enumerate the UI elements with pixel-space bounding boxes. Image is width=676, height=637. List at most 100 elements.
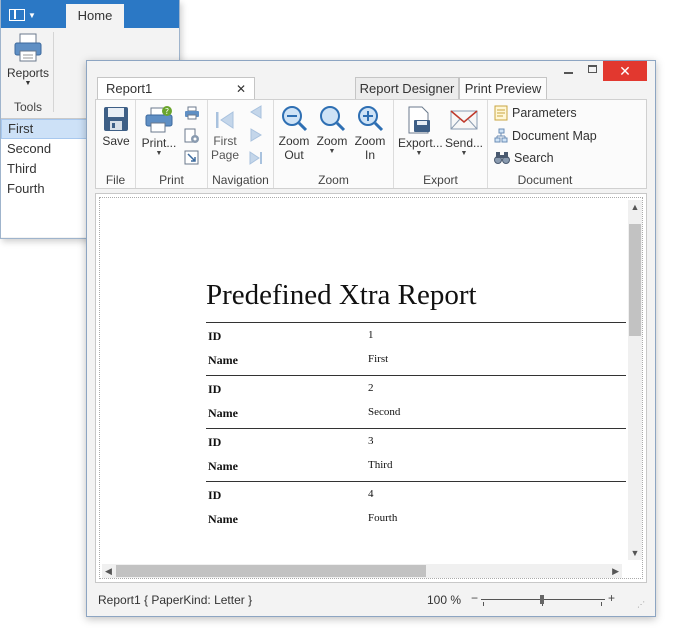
chevron-down-icon[interactable]: ▼ — [628, 548, 642, 558]
next-page-icon[interactable] — [248, 127, 264, 143]
report-record: ID 2 Name Second — [206, 375, 626, 428]
close-icon[interactable]: ✕ — [236, 78, 246, 100]
export-label: Export... — [398, 136, 443, 150]
group-label-export: Export — [423, 173, 458, 187]
report-page: Predefined Xtra Report ID 1 Name First I… — [206, 279, 626, 534]
zoom-value: 100 % — [427, 593, 462, 607]
email-icon — [450, 110, 478, 130]
group-divider — [53, 32, 54, 112]
chevron-down-icon: ▼ — [415, 150, 423, 157]
zoom-in-button[interactable]: Zoom In — [352, 104, 388, 162]
parameters-label: Parameters — [512, 106, 577, 120]
name-value: First — [368, 353, 389, 365]
name-label: Name — [208, 406, 238, 420]
group-label-zoom: Zoom — [318, 173, 349, 187]
last-page-icon[interactable] — [248, 150, 264, 166]
horizontal-scrollbar[interactable]: ◀ ▶ — [102, 564, 622, 578]
zoom-slider[interactable]: − + — [471, 591, 615, 608]
tab-report1[interactable]: Report1 ✕ — [97, 77, 255, 99]
zoom-button[interactable]: Zoom ▼ — [314, 104, 350, 156]
name-label: Name — [208, 459, 238, 473]
printer-icon: ? — [145, 106, 173, 133]
export-icon — [408, 106, 430, 134]
chevron-up-icon[interactable]: ▲ — [628, 202, 642, 212]
name-label: Name — [208, 353, 238, 367]
maximize-button[interactable] — [585, 63, 599, 77]
ribbon: Save File ? Print... ▼ Print First Page … — [95, 99, 647, 189]
status-bar: Report1 { PaperKind: Letter } 100 % − + … — [95, 588, 647, 610]
name-value: Fourth — [368, 512, 398, 524]
zoom-slider-thumb[interactable] — [540, 595, 544, 604]
send-button[interactable]: Send... ▼ — [444, 106, 484, 158]
id-value: 1 — [368, 329, 374, 341]
report-title: Predefined Xtra Report — [206, 279, 477, 311]
close-button[interactable]: ✕ — [603, 61, 647, 81]
chevron-down-icon: ▼ — [24, 80, 32, 87]
zoom-tick — [483, 602, 484, 606]
report-record: ID 4 Name Fourth — [206, 481, 626, 534]
minimize-button[interactable] — [561, 63, 575, 77]
chevron-down-icon: ▼ — [28, 10, 36, 20]
group-label-tools: Tools — [13, 100, 42, 114]
vertical-scrollbar[interactable]: ▲ ▼ — [628, 200, 642, 560]
zoom-in-icon — [358, 106, 384, 132]
chevron-down-icon: ▼ — [328, 148, 336, 155]
binoculars-icon — [494, 152, 510, 164]
send-label: Send... — [444, 136, 484, 150]
zoom-out-button[interactable]: Zoom Out — [276, 104, 312, 162]
group-label-document: Document — [517, 173, 573, 187]
parameters-button[interactable]: Parameters — [494, 105, 577, 121]
first-page-button[interactable]: First Page — [210, 108, 240, 162]
group-print: ? Print... ▼ Print — [136, 100, 208, 188]
chevron-down-icon: ▼ — [155, 150, 163, 157]
app-menu-button[interactable]: ▼ — [9, 5, 49, 25]
save-button[interactable]: Save — [100, 106, 132, 148]
group-label-navigation: Navigation — [212, 173, 269, 187]
resize-grip-icon[interactable]: ⋰ — [637, 600, 645, 609]
export-button[interactable]: Export... ▼ — [398, 106, 443, 158]
tab-report-designer[interactable]: Report Designer — [355, 77, 459, 99]
search-button[interactable]: Search — [494, 151, 554, 165]
quick-print-icon[interactable] — [184, 106, 200, 120]
name-value: Third — [368, 459, 393, 471]
report-record: ID 3 Name Third — [206, 428, 626, 481]
previous-page-icon[interactable] — [248, 104, 264, 120]
horizontal-scroll-thumb[interactable] — [116, 565, 426, 577]
id-label: ID — [208, 329, 222, 343]
page-setup-icon[interactable] — [184, 128, 200, 144]
zoom-in-label-2: In — [364, 148, 375, 162]
reports-button[interactable]: Reports ▼ — [5, 32, 51, 96]
first-page-label-1: First — [213, 134, 237, 148]
chevron-left-icon[interactable]: ◀ — [105, 564, 112, 578]
app-titlebar: ▼ Home — [1, 0, 179, 28]
zoom-out-label-2: Out — [284, 148, 304, 162]
reports-label: Reports — [6, 66, 50, 80]
chevron-down-icon: ▼ — [460, 150, 468, 157]
id-label: ID — [208, 488, 222, 502]
app-menu-icon — [9, 9, 25, 21]
zoom-label: Zoom — [316, 134, 348, 148]
minimize-icon — [563, 72, 573, 74]
maximize-icon — [587, 65, 597, 73]
zoom-out-icon — [282, 106, 308, 132]
status-info: Report1 { PaperKind: Letter } — [98, 593, 253, 607]
chevron-right-icon[interactable]: ▶ — [612, 564, 619, 578]
zoom-icon — [320, 106, 346, 132]
print-button[interactable]: ? Print... ▼ — [140, 106, 178, 158]
tab-print-preview[interactable]: Print Preview — [459, 77, 547, 99]
id-value: 2 — [368, 382, 374, 394]
save-label: Save — [102, 134, 130, 148]
vertical-scroll-thumb[interactable] — [629, 224, 641, 336]
id-value: 4 — [368, 488, 374, 500]
id-label: ID — [208, 382, 222, 396]
document-map-button[interactable]: Document Map — [494, 128, 597, 144]
zoom-plus-icon[interactable]: + — [608, 591, 615, 605]
first-page-label-2: Page — [210, 148, 240, 162]
name-label: Name — [208, 512, 238, 526]
scale-icon[interactable] — [184, 150, 200, 166]
group-label-print: Print — [159, 173, 184, 187]
zoom-minus-icon[interactable]: − — [471, 591, 478, 605]
document-viewer[interactable]: Predefined Xtra Report ID 1 Name First I… — [95, 193, 647, 583]
group-zoom: Zoom Out Zoom ▼ Zoom In Zoom — [274, 100, 394, 188]
tab-home[interactable]: Home — [66, 4, 124, 28]
